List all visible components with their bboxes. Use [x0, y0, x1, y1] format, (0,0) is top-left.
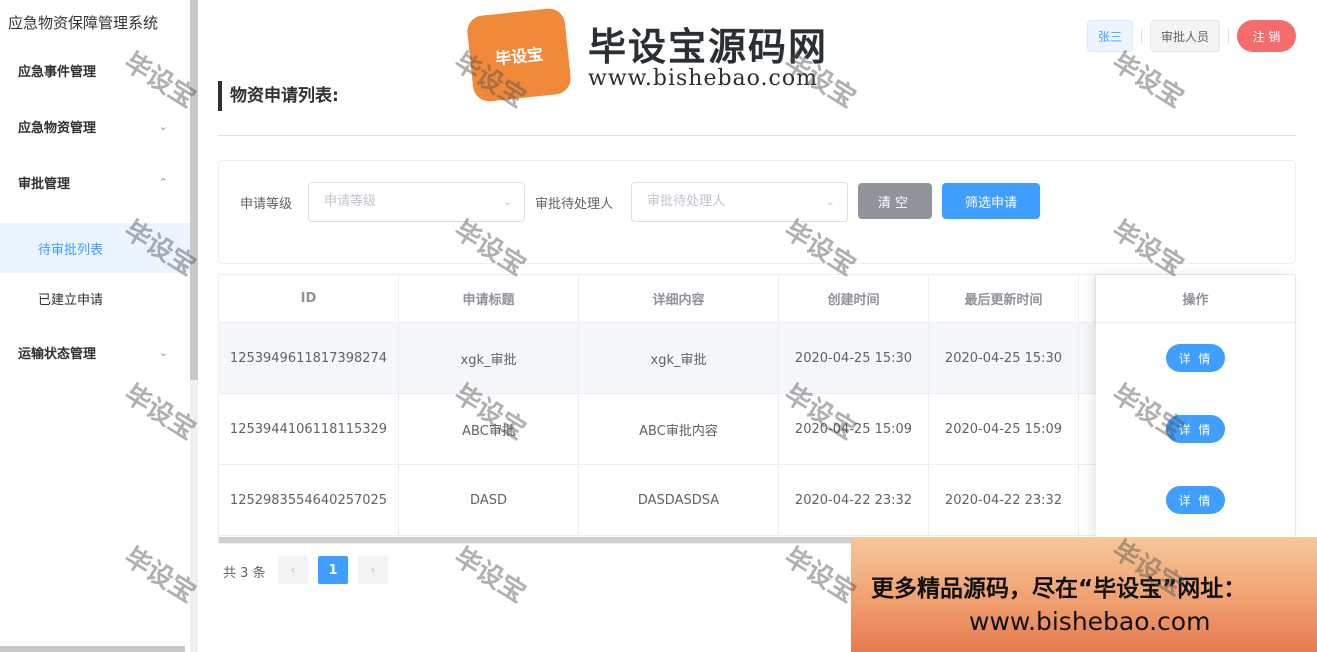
cell-content: ABC审批内容 — [579, 394, 779, 464]
chevron-up-icon: ⌃ — [158, 175, 168, 189]
column-header[interactable]: 最后更新时间 — [929, 275, 1079, 323]
column-header[interactable]: ID — [219, 275, 399, 323]
next-page-button[interactable]: › — [358, 556, 388, 584]
column-header: 操作 — [1096, 275, 1295, 323]
column-header[interactable]: 创建时间 — [779, 275, 929, 323]
cell-updated: 2020-04-25 15:30 — [929, 323, 1079, 393]
filter-button[interactable]: 筛选申请 — [942, 183, 1040, 219]
sidebar-item-supplies[interactable]: 应急物资管理 ⌄ — [0, 101, 190, 151]
handler-label: 审批待处理人 — [535, 197, 614, 212]
pagination-total: 共 3 条 — [223, 566, 266, 581]
level-label: 申请等级 — [240, 197, 293, 212]
chevron-right-icon: › — [370, 562, 376, 578]
cell-id: 1253944106118115329 — [219, 394, 399, 464]
handler-select[interactable]: 审批待处理人 ⌄ — [631, 182, 848, 222]
sidebar-item-label: 待审批列表 — [38, 242, 104, 258]
column-header — [1079, 275, 1096, 323]
ad-url: www.bishebao.com — [969, 607, 1211, 636]
chevron-down-icon: ⌄ — [825, 195, 835, 208]
sidebar-item-created[interactable]: 已建立申请 — [0, 273, 190, 323]
cell-content: DASDASDSA — [579, 465, 779, 535]
watermark-stamp: 毕设宝 — [448, 542, 531, 610]
chevron-down-icon: ⌄ — [158, 119, 168, 133]
column-header[interactable]: 申请标题 — [399, 275, 579, 323]
chevron-down-icon: ⌄ — [502, 195, 512, 208]
sidebar-item-label: 应急物资管理 — [18, 120, 97, 136]
cell-updated: 2020-04-22 23:32 — [929, 465, 1079, 535]
handler-placeholder: 审批待处理人 — [647, 194, 726, 209]
column-header[interactable]: 详细内容 — [579, 275, 779, 323]
app-root: 应急物资保障管理系统 应急事件管理 应急物资管理 ⌄ 审批管理 ⌃ 待审批列表 … — [0, 0, 1317, 652]
sidebar-item-approval[interactable]: 审批管理 ⌃ — [0, 157, 190, 207]
watermark-stamp: 毕设宝 — [1106, 47, 1189, 115]
sidebar-item-label: 已建立申请 — [38, 292, 104, 308]
role-tag[interactable]: 审批人员 — [1150, 20, 1220, 52]
action-cell: 详 情 — [1096, 465, 1295, 535]
page-number-button[interactable]: 1 — [318, 556, 348, 584]
sidebar-scrollbar-thumb[interactable] — [190, 0, 198, 380]
cell-title: DASD — [399, 465, 579, 535]
cell-id: 1252983554640257025 — [219, 465, 399, 535]
divider — [218, 135, 1296, 136]
sidebar-item-transport[interactable]: 运输状态管理 ⌄ — [0, 327, 190, 377]
sidebar-item-label: 应急事件管理 — [18, 64, 97, 80]
detail-button[interactable]: 详 情 — [1166, 344, 1225, 372]
page-title: 物资申请列表: — [218, 81, 339, 111]
clear-button[interactable]: 清空 — [858, 183, 932, 219]
sidebar-item-label: 审批管理 — [18, 176, 71, 192]
cell-content: xgk_审批 — [579, 323, 779, 393]
chevron-left-icon: ‹ — [290, 562, 296, 578]
ad-banner: 更多精品源码，尽在“毕设宝”网址： www.bishebao.com — [851, 537, 1317, 652]
divider — [1228, 28, 1229, 44]
chevron-down-icon: ⌄ — [158, 345, 168, 359]
app-title: 应急物资保障管理系统 — [8, 14, 159, 32]
cell-updated: 2020-04-25 15:09 — [929, 394, 1079, 464]
divider — [1141, 28, 1142, 44]
prev-page-button[interactable]: ‹ — [278, 556, 308, 584]
cell-created: 2020-04-22 23:32 — [779, 465, 929, 535]
logout-button[interactable]: 注 销 — [1237, 20, 1296, 52]
cell-title: xgk_审批 — [399, 323, 579, 393]
level-placeholder: 申请等级 — [324, 194, 377, 209]
detail-button[interactable]: 详 情 — [1166, 486, 1225, 514]
cell-id: 1253949611817398274 — [219, 323, 399, 393]
sidebar-item-label: 运输状态管理 — [18, 346, 97, 362]
sidebar-horizontal-scrollbar[interactable] — [0, 646, 185, 652]
level-select[interactable]: 申请等级 ⌄ — [308, 182, 525, 222]
